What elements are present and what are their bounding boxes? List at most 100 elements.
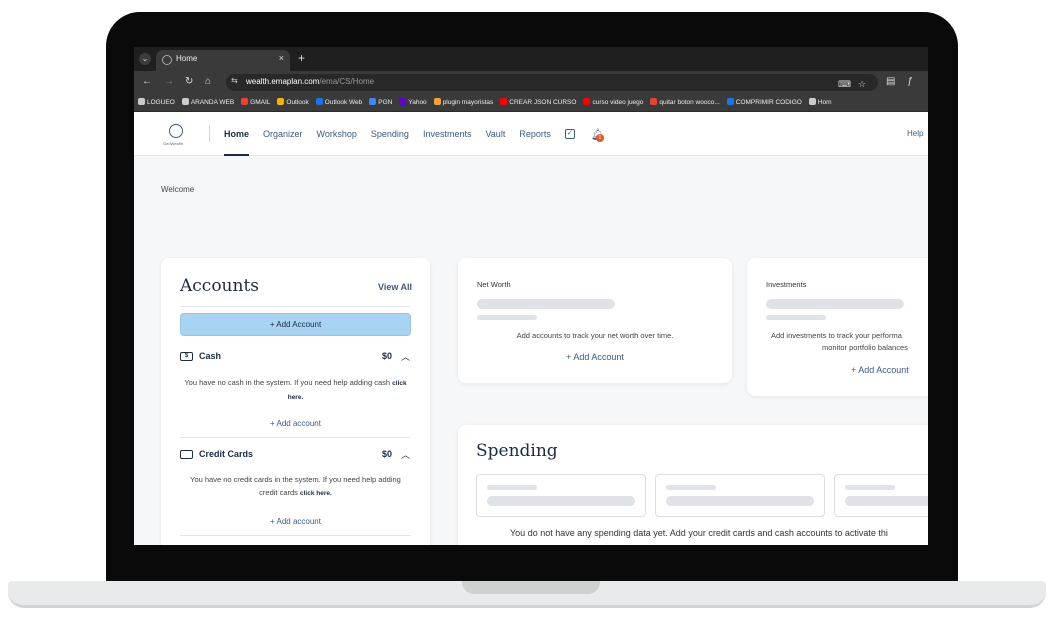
bookmark-item[interactable]: CREAR JSON CURSO (500, 98, 576, 106)
tab-bar: ⌄ Home × + (134, 47, 928, 71)
notification-badge: 1 (595, 133, 604, 142)
loading-skeleton (487, 485, 537, 490)
translate-icon[interactable]: ⌨ (838, 79, 851, 90)
new-tab-button[interactable]: + (298, 51, 305, 65)
profile-icon[interactable]: ƒ (907, 76, 913, 87)
view-all-link[interactable]: View All (378, 282, 412, 292)
bookmark-star-icon[interactable]: ☆ (858, 79, 866, 90)
address-bar: ← → ↻ ⌂ ⇆ wealth.emaplan.com/ema/CS/Home… (134, 71, 928, 94)
bookmark-favicon-icon (726, 98, 734, 105)
bookmark-favicon-icon (650, 98, 658, 105)
back-icon[interactable]: ← (142, 76, 152, 87)
bookmark-item[interactable]: Hom (808, 98, 832, 106)
bookmark-item[interactable]: LOGUEO (138, 98, 175, 106)
spending-title: Spending (476, 441, 558, 461)
bookmark-label: CREAR JSON CURSO (509, 99, 577, 106)
spending-card: Spending You do not have any spending da… (458, 425, 928, 545)
cash-add-account-link[interactable]: + Add account (180, 419, 411, 428)
bookmark-favicon-icon (315, 98, 323, 105)
bookmark-label: Outlook (286, 99, 309, 106)
chevron-up-icon[interactable]: ︿ (401, 350, 410, 363)
bookmark-label: Outlook Web (324, 99, 363, 106)
bookmark-favicon-icon (808, 98, 816, 105)
credit-section-header[interactable]: Credit Cards $0 ︿ (180, 449, 411, 463)
tab-close-icon[interactable]: × (279, 53, 284, 63)
bookmark-favicon-icon (277, 98, 285, 105)
bookmark-item[interactable]: ARANDA WEB (181, 98, 235, 106)
bookmark-favicon-icon (433, 98, 441, 105)
cash-label: Cash (199, 351, 222, 361)
bookmark-item[interactable]: quitar boton wooco... (650, 98, 720, 106)
header-divider (209, 125, 210, 142)
net-worth-title: Net Worth (477, 280, 511, 289)
bookmark-favicon-icon (500, 98, 508, 105)
nav-vault[interactable]: Vault (485, 112, 505, 156)
forward-icon[interactable]: → (164, 76, 174, 87)
credit-amount: $0 (381, 449, 392, 459)
add-account-button[interactable]: + Add Account (180, 313, 411, 336)
reload-icon[interactable]: ↻ (185, 76, 193, 87)
url-text: wealth.emaplan.com/ema/CS/Home (246, 77, 375, 86)
nav-workshop[interactable]: Workshop (317, 112, 357, 156)
bookmark-label: PGN (378, 99, 393, 106)
bookmark-item[interactable]: PGN (369, 98, 392, 106)
bookmark-item[interactable]: Outlook Web (315, 98, 363, 106)
investments-add-account-link[interactable]: + Add Account (851, 365, 909, 375)
nav-home[interactable]: Home (224, 112, 250, 156)
cash-section-header[interactable]: $ Cash $0 ︿ (180, 351, 411, 365)
logo-text: GeoWealth (163, 141, 183, 146)
spending-placeholder-box (655, 474, 825, 517)
app-header: GeoWealth Home Organizer Workshop Spendi… (134, 112, 928, 156)
bookmark-item[interactable]: curso video juego (583, 98, 643, 106)
bookmark-label: ARANDA WEB (190, 99, 235, 106)
cash-amount: $0 (381, 351, 392, 361)
investments-card: Investments Add investments to track you… (747, 258, 928, 396)
cash-empty-message: You have no cash in the system. If you n… (184, 378, 407, 401)
bookmark-item[interactable]: GMAIL (241, 98, 270, 106)
loading-skeleton (477, 299, 615, 309)
bookmark-favicon-icon (241, 98, 249, 105)
bookmark-favicon-icon (181, 98, 189, 105)
credit-card-icon (180, 450, 193, 459)
tab-home[interactable]: Home × (156, 50, 290, 71)
loading-skeleton (766, 315, 826, 320)
bell-icon[interactable]: 🔔︎1 (591, 128, 605, 142)
tab-favicon-icon (162, 55, 172, 65)
home-icon[interactable]: ⌂ (205, 76, 211, 87)
help-link[interactable]: Help (907, 129, 923, 138)
bookmark-item[interactable]: COMPRIMIR CODIGO (726, 98, 802, 106)
bookmark-favicon-icon (138, 98, 145, 105)
divider (180, 437, 411, 438)
tab-search-icon[interactable]: ⌄ (139, 53, 151, 65)
net-worth-add-account-link[interactable]: + Add Account (458, 352, 732, 362)
bookmark-item[interactable]: Outlook (277, 98, 309, 106)
bookmark-label: LOGUEO (147, 99, 175, 106)
loading-skeleton (766, 299, 904, 309)
nav-reports[interactable]: Reports (519, 112, 551, 156)
bookmark-label: COMPRIMIR CODIGO (735, 99, 802, 106)
spending-empty-message: You do not have any spending data yet. A… (510, 528, 888, 538)
logo-icon[interactable] (169, 124, 183, 138)
laptop-mockup: ⌄ Home × + ← → ↻ ⌂ ⇆ wealth.emaplan.com/… (0, 0, 1054, 625)
loading-skeleton (845, 496, 928, 506)
url-input[interactable]: ⇆ wealth.emaplan.com/ema/CS/Home ⌨ ☆ (226, 74, 878, 91)
tab-title: Home (176, 54, 198, 63)
nav-spending[interactable]: Spending (371, 112, 409, 156)
divider (180, 306, 411, 307)
bookmark-label: Hom (817, 99, 832, 106)
loading-skeleton (666, 485, 716, 490)
chevron-up-icon[interactable]: ︿ (401, 448, 410, 461)
divider (180, 535, 411, 536)
task-check-icon[interactable]: ✓ (564, 129, 575, 139)
loading-skeleton (845, 485, 895, 490)
bookmark-label: curso video juego (592, 99, 644, 106)
bookmark-item[interactable]: Yahoo (399, 98, 427, 106)
site-settings-icon[interactable]: ⇆ (231, 76, 238, 85)
credit-add-account-link[interactable]: + Add account (180, 517, 411, 526)
net-worth-card: Net Worth Add accounts to track your net… (458, 258, 732, 383)
extension-icon[interactable]: ▤ (886, 76, 895, 87)
bookmark-item[interactable]: plugin mayoristas (433, 98, 493, 106)
nav-investments[interactable]: Investments (423, 112, 472, 156)
nav-organizer[interactable]: Organizer (263, 112, 303, 156)
credit-help-link[interactable]: click here. (300, 490, 332, 497)
